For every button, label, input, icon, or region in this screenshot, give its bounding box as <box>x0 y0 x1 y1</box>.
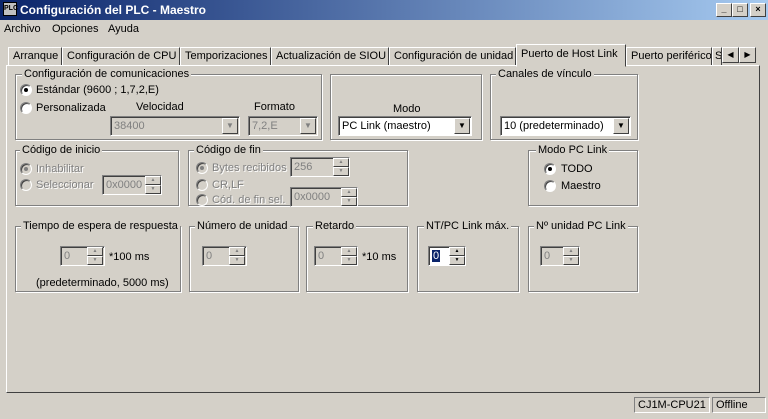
nt-pclink-max-value: 0 <box>432 250 441 262</box>
tab-scroll-right-button[interactable]: ▶ <box>739 47 756 63</box>
pclink-mode-legend: Modo PC Link <box>536 144 610 156</box>
delay-legend: Retardo <box>313 220 357 232</box>
pclink-mode-group <box>528 150 638 206</box>
start-code-legend: Código de inicio <box>20 144 103 156</box>
pclink-all-label: TODO <box>561 163 593 175</box>
nt-pclink-max-spinner[interactable]: ▲ ▼ <box>449 247 465 265</box>
start-disable-label: Inhabilitar <box>36 163 84 175</box>
mode-label: Modo <box>393 103 421 115</box>
pclink-unit-no-spinner[interactable]: ▲ ▼ <box>563 247 579 265</box>
start-disable-radio[interactable] <box>20 163 32 175</box>
response-timeout-legend: Tiempo de espera de respuesta <box>21 220 180 232</box>
delay-spinner[interactable]: ▲ ▼ <box>341 247 357 265</box>
close-button[interactable]: × <box>750 3 766 17</box>
speed-select[interactable]: 38400 <box>110 116 240 136</box>
menu-bar: Archivo Opciones Ayuda <box>0 20 768 39</box>
speed-dropdown-icon[interactable]: ▼ <box>222 118 238 134</box>
link-channels-dropdown-icon[interactable]: ▼ <box>613 118 629 134</box>
start-code-spinner[interactable]: ▲ ▼ <box>145 176 161 194</box>
pclink-unit-no-legend: Nº unidad PC Link <box>534 220 628 232</box>
response-timeout-note: (predeterminado, 5000 ms) <box>36 277 169 289</box>
format-dropdown-icon[interactable]: ▼ <box>300 118 316 134</box>
format-label: Formato <box>254 101 295 113</box>
nt-pclink-max-legend: NT/PC Link máx. <box>424 220 512 232</box>
end-sel-spinner[interactable]: ▲ ▼ <box>341 188 357 206</box>
start-select-label: Seleccionar <box>36 179 94 191</box>
custom-label: Personalizada <box>36 102 106 114</box>
window-title: Configuración del PLC - Maestro <box>20 3 207 17</box>
menu-ayuda[interactable]: Ayuda <box>108 23 139 35</box>
link-channels-legend: Canales de vínculo <box>496 68 594 80</box>
end-crlf-radio[interactable] <box>196 179 208 191</box>
end-sel-label: Cód. de fin sel. <box>212 194 286 206</box>
end-code-legend: Código de fin <box>194 144 263 156</box>
end-bytes-label: Bytes recibidos <box>212 162 287 174</box>
menu-opciones[interactable]: Opciones <box>52 23 98 35</box>
unit-number-legend: Número de unidad <box>195 220 290 232</box>
response-timeout-spinner[interactable]: ▲ ▼ <box>87 247 103 265</box>
end-sel-radio[interactable] <box>196 194 208 206</box>
status-model: CJ1M-CPU21 <box>634 397 710 413</box>
tab-temporizaciones[interactable]: Temporizaciones <box>180 47 271 66</box>
start-select-radio[interactable] <box>20 179 32 191</box>
menu-archivo[interactable]: Archivo <box>4 23 41 35</box>
mode-select[interactable]: PC Link (maestro) <box>338 116 472 136</box>
link-channels-select[interactable]: 10 (predeterminado) <box>500 116 631 136</box>
mode-dropdown-icon[interactable]: ▼ <box>454 118 470 134</box>
tab-scroll-left-button[interactable]: ◀ <box>722 47 739 63</box>
pclink-all-radio[interactable] <box>544 163 556 175</box>
tab-puerto-host-link[interactable]: Puerto de Host Link <box>516 44 626 67</box>
tab-puerto-periferico[interactable]: Puerto periférico <box>626 47 712 66</box>
tab-truncated[interactable]: S <box>712 47 722 66</box>
custom-radio[interactable] <box>20 102 32 114</box>
end-bytes-radio[interactable] <box>196 162 208 174</box>
end-crlf-label: CR,LF <box>212 179 244 191</box>
delay-unit: *10 ms <box>362 251 397 263</box>
pclink-master-radio[interactable] <box>544 180 556 192</box>
end-bytes-spinner[interactable]: ▲ ▼ <box>333 158 349 176</box>
tab-configuracion-cpu[interactable]: Configuración de CPU <box>62 47 180 66</box>
pclink-master-label: Maestro <box>561 180 601 192</box>
standard-label: Estándar (9600 ; 1,7,2,E) <box>36 84 159 96</box>
status-connection: Offline <box>712 397 766 413</box>
standard-radio[interactable] <box>20 84 32 96</box>
response-timeout-unit: *100 ms <box>109 251 150 263</box>
title-bar: PLC Configuración del PLC - Maestro _ □ … <box>0 0 768 20</box>
tab-configuracion-unidad[interactable]: Configuración de unidad <box>389 47 516 66</box>
minimize-button[interactable]: _ <box>716 3 732 17</box>
maximize-button[interactable]: □ <box>732 3 748 17</box>
speed-label: Velocidad <box>136 101 184 113</box>
plc-app-icon: PLC <box>3 2 18 16</box>
comms-legend: Configuración de comunicaciones <box>22 68 192 80</box>
tab-actualizacion-siou[interactable]: Actualización de SIOU <box>271 47 389 66</box>
unit-number-spinner[interactable]: ▲ ▼ <box>229 247 245 265</box>
tab-arranque[interactable]: Arranque <box>8 47 62 66</box>
